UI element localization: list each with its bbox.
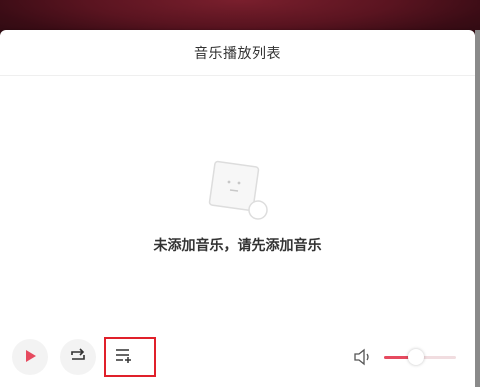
repeat-icon	[69, 347, 87, 367]
speaker-icon[interactable]	[352, 347, 372, 367]
playlist-header: 音乐播放列表	[0, 30, 475, 76]
empty-message: 未添加音乐，请先添加音乐	[153, 238, 322, 254]
volume-thumb[interactable]	[408, 349, 425, 365]
add-to-playlist-button[interactable]	[104, 337, 156, 377]
volume-slider[interactable]	[384, 349, 456, 365]
playlist-add-icon	[114, 347, 132, 367]
empty-box-icon	[206, 160, 272, 224]
loop-button[interactable]	[60, 339, 96, 375]
play-icon	[23, 348, 37, 367]
play-button[interactable]	[12, 339, 48, 375]
playlist-panel: 音乐播放列表 未添加音乐，请先添加音乐	[0, 30, 475, 387]
window-edge	[475, 30, 480, 387]
player-controls	[0, 330, 475, 387]
playlist-title: 音乐播放列表	[194, 45, 281, 62]
